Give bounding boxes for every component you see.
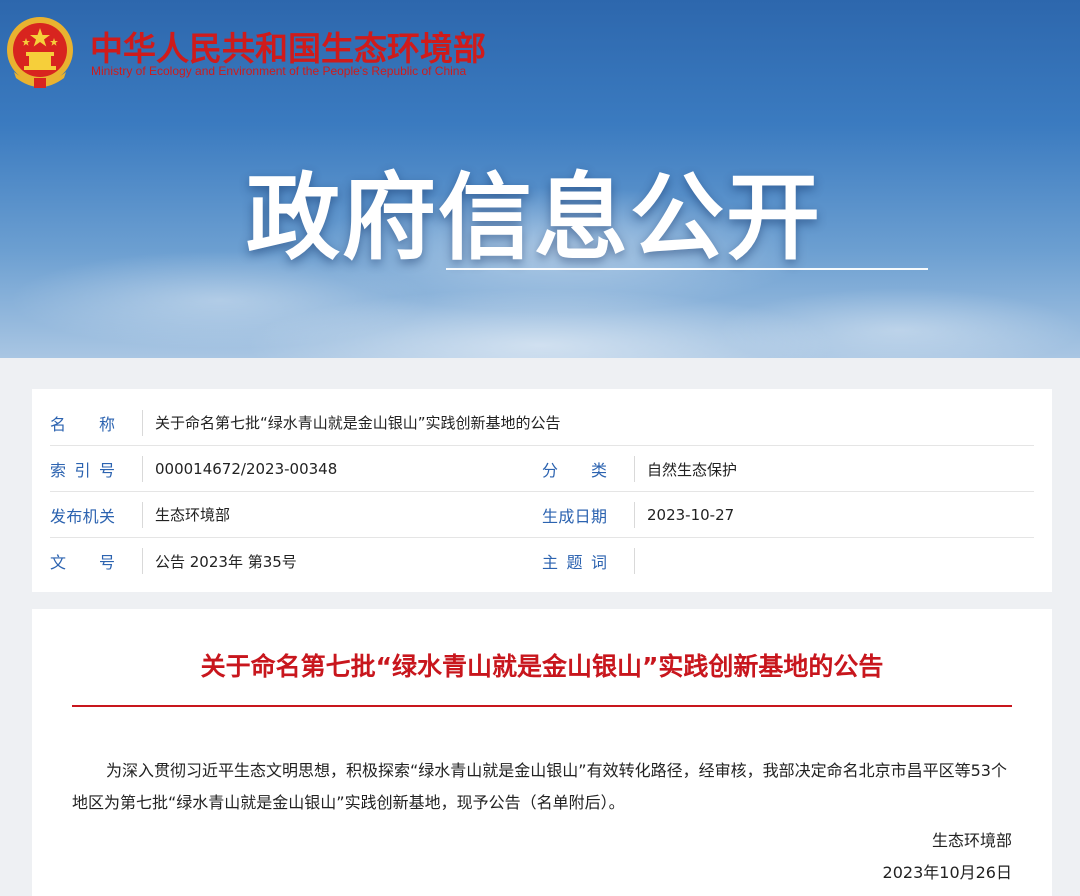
- meta-col-date: 生成日期 2023-10-27: [542, 492, 734, 538]
- article-signature: 生态环境部: [931, 831, 1012, 850]
- meta-divider: [142, 409, 143, 436]
- article-signature-block: 生态环境部 2023年10月26日: [883, 825, 1012, 889]
- index-value: 000014672/2023-00348: [155, 459, 338, 478]
- index-label: 索引号: [50, 460, 115, 480]
- banner-divider: [446, 268, 928, 270]
- meta-divider: [634, 548, 635, 574]
- meta-divider: [142, 455, 143, 482]
- meta-divider: [634, 456, 635, 482]
- name-value: 关于命名第七批“绿水青山就是金山银山”实践创新基地的公告: [155, 414, 561, 432]
- meta-row-issuer: 发布机关 生态环境部 生成日期 2023-10-27: [50, 492, 1034, 538]
- keywords-label: 主题词: [542, 553, 607, 572]
- article-title: 关于命名第七批“绿水青山就是金山银山”实践创新基地的公告: [200, 652, 884, 681]
- meta-col-keywords: 主题词: [542, 538, 647, 584]
- name-label: 名 称: [50, 414, 115, 434]
- header-banner: 中华人民共和国生态环境部 Ministry of Ecology and Env…: [0, 0, 1080, 358]
- banner-title: 政府信息公开: [246, 164, 823, 273]
- meta-row-index: 索引号 000014672/2023-00348 分 类 自然生态保护: [50, 446, 1034, 492]
- article-title-rule: [72, 705, 1012, 707]
- meta-divider: [634, 502, 635, 528]
- category-value: 自然生态保护: [647, 460, 738, 479]
- org-name-en[interactable]: Ministry of Ecology and Environment of t…: [91, 64, 466, 78]
- national-emblem-icon[interactable]: [4, 12, 76, 92]
- article-body: 为深入贯彻习近平生态文明思想，积极探索“绿水青山就是金山银山”有效转化路径，经审…: [72, 761, 1007, 812]
- meta-col-category: 分 类 自然生态保护: [542, 446, 737, 492]
- article-sign-date: 2023年10月26日: [882, 863, 1012, 882]
- meta-divider: [142, 501, 143, 528]
- document-meta-card: 名 称 关于命名第七批“绿水青山就是金山银山”实践创新基地的公告 索引号 000…: [32, 389, 1052, 592]
- meta-row-docno: 文 号 公告 2023年 第35号 主题词: [50, 538, 1034, 584]
- category-label: 分 类: [542, 461, 607, 480]
- date-value: 2023-10-27: [647, 506, 735, 524]
- meta-divider: [142, 548, 143, 574]
- meta-row-name: 名 称 关于命名第七批“绿水青山就是金山银山”实践创新基地的公告: [50, 400, 1034, 446]
- date-label: 生成日期: [542, 507, 607, 526]
- org-name-cn[interactable]: 中华人民共和国生态环境部: [90, 22, 486, 70]
- doc-no-value: 公告 2023年 第35号: [155, 552, 297, 571]
- issuer-label: 发布机关: [50, 506, 115, 526]
- article-card: 关于命名第七批“绿水青山就是金山银山”实践创新基地的公告 为深入贯彻习近平生态文…: [32, 609, 1052, 896]
- doc-no-label: 文 号: [50, 553, 115, 572]
- issuer-value: 生态环境部: [155, 506, 231, 524]
